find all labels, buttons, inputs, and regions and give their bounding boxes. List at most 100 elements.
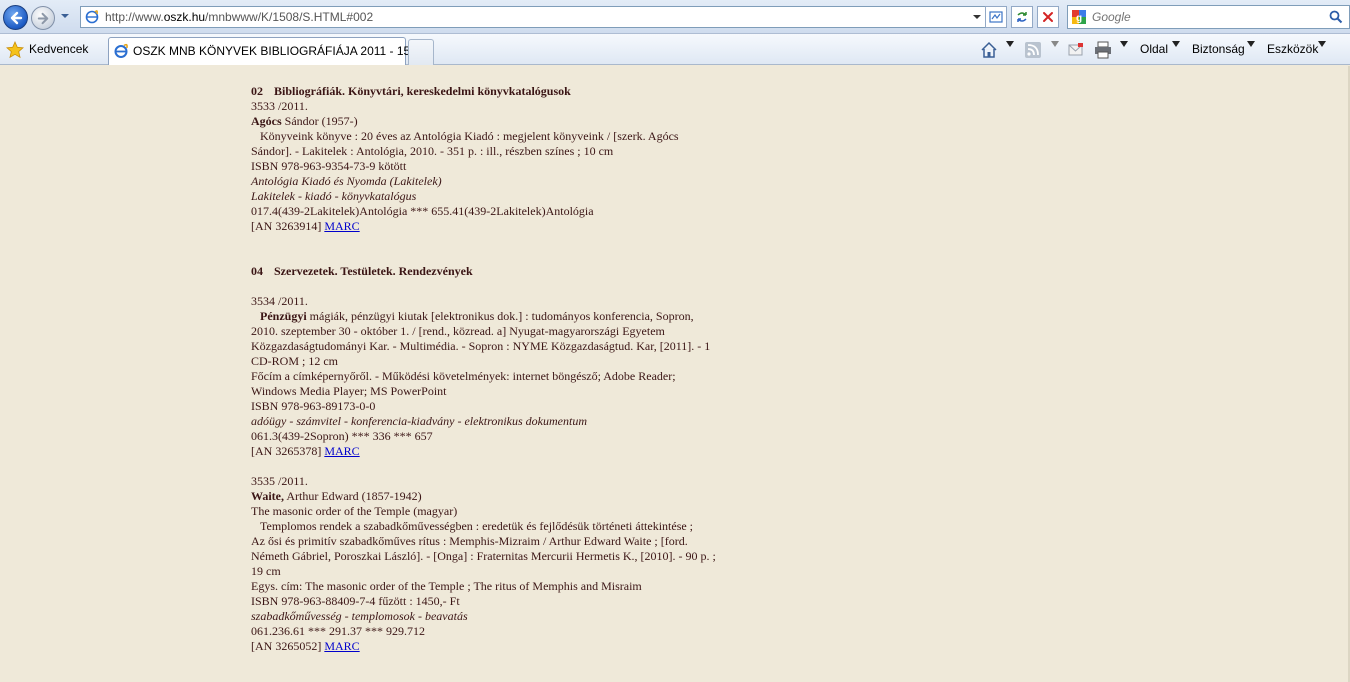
- feeds-button[interactable]: [1025, 41, 1061, 59]
- record-line: Az ősi és primitív szabadkőműves rítus :…: [251, 534, 688, 548]
- refresh-icon: [1017, 12, 1027, 22]
- ie-icon: [114, 43, 128, 58]
- tab-active[interactable]: OSZK MNB KÖNYVEK BIBLIOGRÁFIÁJA 2011 - 1…: [108, 37, 427, 65]
- record-id: 3535 /2011.: [251, 474, 308, 488]
- record-subject: Lakitelek - kiadó - könyvkatalógus: [251, 189, 417, 203]
- search-box: g: [1067, 5, 1350, 29]
- marc-link[interactable]: MARC: [324, 639, 359, 653]
- record-classification: 061.3(439-2Sopron) *** 336 *** 657: [251, 429, 433, 443]
- home-button[interactable]: [980, 41, 1016, 59]
- printer-icon: [1095, 41, 1111, 59]
- compatibility-view-button[interactable]: [985, 6, 1007, 28]
- home-icon: [981, 41, 997, 58]
- record-author: Agócs Sándor (1957-): [251, 114, 761, 129]
- google-icon: g: [1072, 10, 1086, 24]
- record-line: 19 cm: [251, 564, 281, 578]
- page-menu-label: Oldal: [1140, 42, 1169, 56]
- author-surname: Waite,: [251, 489, 284, 503]
- compatibility-icon: [989, 11, 1003, 23]
- record-line: ISBN 978-963-88409-7-4 fűzött : 1450,- F…: [251, 594, 460, 608]
- record-line: Könyveink könyve : 20 éves az Antológia …: [260, 129, 679, 143]
- mail-icon: [1068, 43, 1083, 56]
- record-line: ISBN 978-963-89173-0-0: [251, 399, 376, 413]
- arrow-left-icon: [10, 11, 23, 25]
- an-number: [AN 3265052]: [251, 639, 325, 653]
- record-uniform-title: The masonic order of the Temple (magyar): [251, 504, 458, 518]
- chevron-down-icon: [1247, 41, 1255, 47]
- chevron-down-icon: [1006, 41, 1014, 47]
- record-subject: Antológia Kiadó és Nyomda (Lakitelek): [251, 174, 442, 188]
- record-line: Windows Media Player; MS PowerPoint: [251, 384, 447, 398]
- record-id: 3534 /2011.: [251, 294, 308, 308]
- chevron-down-icon: [1120, 41, 1128, 47]
- record-line: Egys. cím: The masonic order of the Temp…: [251, 579, 642, 593]
- favorites-label: Kedvencek: [29, 42, 89, 56]
- section-number: 02: [251, 84, 263, 98]
- an-number: [AN 3263914]: [251, 219, 325, 233]
- author-surname: Agócs: [251, 114, 282, 128]
- title-first-word: Pénzügyi: [260, 309, 307, 323]
- new-tab-button[interactable]: [408, 39, 434, 65]
- stop-button[interactable]: [1037, 6, 1059, 28]
- record-classification: 017.4(439-2Lakitelek)Antológia *** 655.4…: [251, 204, 594, 218]
- arrow-right-icon: [37, 12, 49, 25]
- record-3533: 3533 /2011. Agócs Sándor (1957-) Könyvei…: [251, 99, 761, 234]
- record-subject: szabadkőművesség - templomosok - beavatá…: [251, 609, 468, 623]
- search-icon[interactable]: [1329, 10, 1343, 24]
- chevron-down-icon: [1172, 41, 1180, 47]
- search-input[interactable]: [1092, 8, 1322, 26]
- section-heading: 02 Bibliográfiák. Könyvtári, kereskedelmi…: [251, 84, 761, 99]
- record-author: Waite, Arthur Edward (1857-1942): [251, 489, 761, 504]
- record-3534: 3534 /2011. Pénzügyi mágiák, pénzügyi ki…: [251, 294, 761, 459]
- marc-link[interactable]: MARC: [324, 219, 359, 233]
- record-line: ISBN 978-963-9354-73-9 kötött: [251, 159, 407, 173]
- back-button[interactable]: [3, 5, 28, 30]
- section-heading: 04 Szervezetek. Testületek. Rendezvények: [251, 264, 761, 279]
- author-rest: Sándor (1957-): [281, 114, 358, 128]
- record-an: [AN 3265052] MARC: [251, 639, 761, 654]
- record-classification: 061.236.61 *** 291.37 *** 929.712: [251, 624, 425, 638]
- record-3535: 3535 /2011. Waite, Arthur Edward (1857-1…: [251, 474, 761, 654]
- bibliography-document: 02 Bibliográfiák. Könyvtári, kereskedelmi…: [251, 84, 761, 654]
- rss-feed-icon: [1025, 42, 1041, 58]
- record-line: CD-ROM ; 12 cm: [251, 354, 338, 368]
- print-button[interactable]: [1094, 41, 1130, 59]
- tools-menu-label: Eszközök: [1267, 42, 1319, 56]
- svg-text:g: g: [1076, 13, 1082, 24]
- safety-menu[interactable]: Biztonság: [1192, 41, 1258, 59]
- section-title: Szervezetek. Testületek. Rendezvények: [274, 264, 473, 278]
- url-text: http://www.oszk.hu/mnbwww/K/1508/S.HTML#…: [105, 10, 374, 24]
- recent-pages-dropdown-icon[interactable]: [59, 10, 71, 22]
- section-number: 04: [251, 264, 263, 278]
- chevron-down-icon: [1318, 41, 1326, 47]
- forward-button[interactable]: [31, 6, 55, 30]
- address-field[interactable]: http://www.oszk.hu/mnbwww/K/1508/S.HTML#…: [80, 6, 986, 28]
- title-rest: mágiák, pénzügyi kiutak [elektronikus do…: [306, 309, 694, 323]
- address-dropdown-icon[interactable]: [972, 12, 982, 22]
- tab-label: OSZK MNB KÖNYVEK BIBLIOGRÁFIÁJA 2011 - 1…: [133, 44, 427, 58]
- record-an: [AN 3265378] MARC: [251, 444, 761, 459]
- author-rest: Arthur Edward (1857-1942): [284, 489, 422, 503]
- record-subject: adóügy - számvitel - konferencia-kiadván…: [251, 414, 587, 428]
- tools-menu[interactable]: Eszközök: [1267, 41, 1331, 59]
- record-id: 3533 /2011.: [251, 99, 308, 113]
- ie-page-icon: [85, 10, 99, 24]
- chevron-down-icon: [1051, 41, 1059, 47]
- record-line: 2010. szeptember 30 - október 1. / [rend…: [251, 324, 665, 338]
- marc-link[interactable]: MARC: [324, 444, 359, 458]
- record-line: Németh Gábriel, Poroszkai László]. - [On…: [251, 549, 716, 563]
- read-mail-button[interactable]: [1068, 41, 1086, 59]
- page-content: 02 Bibliográfiák. Könyvtári, kereskedelmi…: [0, 66, 1350, 682]
- an-number: [AN 3265378]: [251, 444, 325, 458]
- record-line: Templomos rendek a szabadkőművességben :…: [260, 519, 694, 533]
- record-line: Sándor]. - Lakitelek : Antológia, 2010. …: [251, 144, 614, 158]
- page-menu[interactable]: Oldal: [1140, 41, 1182, 59]
- star-icon: [6, 41, 24, 59]
- record-line: Közgazdaságtudományi Kar. - Multimédia. …: [251, 339, 711, 353]
- record-title-line: Pénzügyi mágiák, pénzügyi kiutak [elektr…: [251, 309, 761, 324]
- refresh-button[interactable]: [1011, 6, 1033, 28]
- close-icon: [1043, 12, 1053, 22]
- record-an: [AN 3263914] MARC: [251, 219, 761, 234]
- record-line: Főcím a címképernyőről. - Működési követ…: [251, 369, 676, 383]
- section-title: Bibliográfiák. Könyvtári, kereskedelmi k…: [274, 84, 571, 98]
